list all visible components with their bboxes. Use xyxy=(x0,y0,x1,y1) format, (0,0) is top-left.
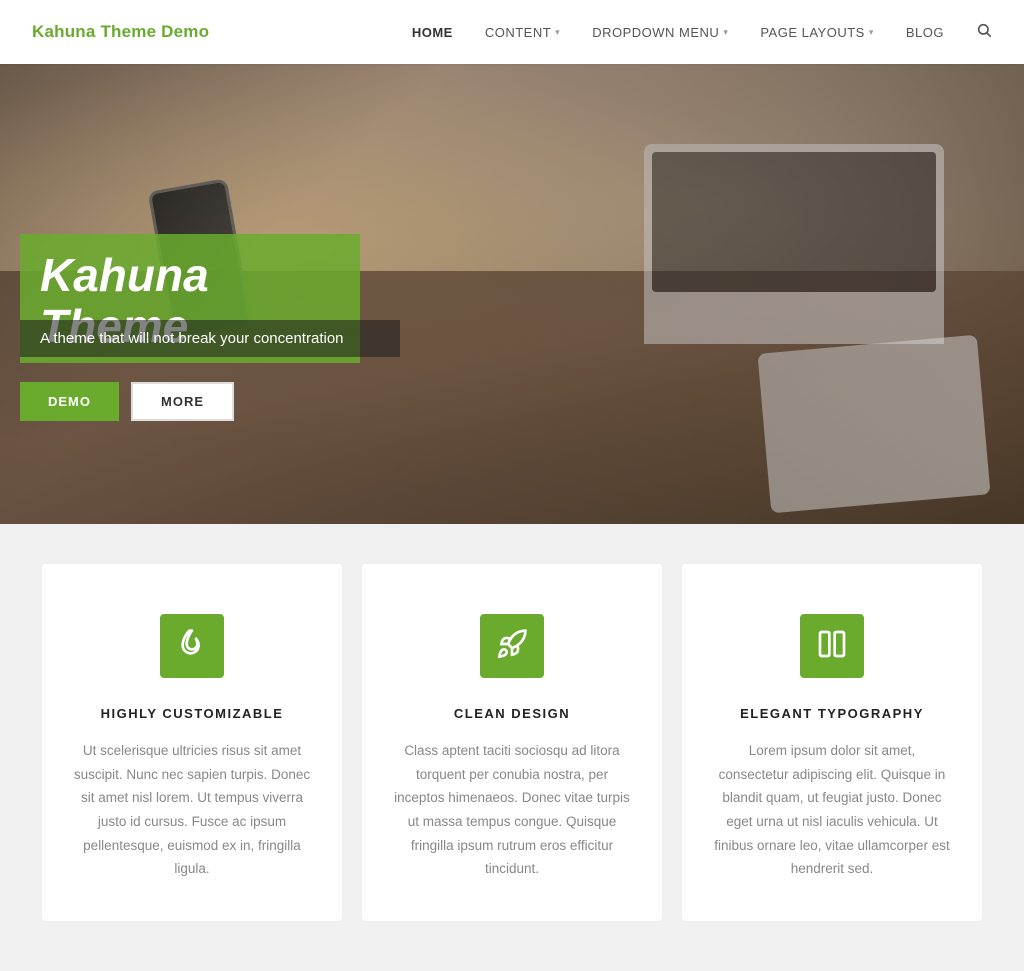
clean-design-icon-wrap xyxy=(480,614,544,678)
hero-buttons: DEMO MORE xyxy=(20,382,234,421)
feature-text-clean-design: Class aptent taciti sociosqu ad litora t… xyxy=(392,739,632,881)
chevron-down-icon: ▾ xyxy=(723,27,728,38)
feature-card-customizable: HIGHLY CUSTOMIZABLE Ut scelerisque ultri… xyxy=(42,564,342,921)
nav-page-layouts[interactable]: PAGE LAYOUTS ▾ xyxy=(760,25,874,40)
laptop-screen xyxy=(652,152,936,292)
hero-laptop-decoration xyxy=(644,144,944,344)
feature-title-clean-design: CLEAN DESIGN xyxy=(454,706,570,721)
nav-content[interactable]: CONTENT ▾ xyxy=(485,25,560,40)
hero-subtitle: A theme that will not break your concent… xyxy=(40,330,380,347)
chevron-down-icon: ▾ xyxy=(555,27,560,38)
columns-icon xyxy=(816,628,848,665)
feature-title-typography: ELEGANT TYPOGRAPHY xyxy=(740,706,924,721)
nav-blog[interactable]: BLOG xyxy=(906,25,944,40)
features-section: HIGHLY CUSTOMIZABLE Ut scelerisque ultri… xyxy=(0,524,1024,971)
search-icon[interactable] xyxy=(976,22,992,42)
nav-home[interactable]: HOME xyxy=(412,25,453,40)
hero-subtitle-bar: A theme that will not break your concent… xyxy=(20,320,400,357)
feature-text-customizable: Ut scelerisque ultricies risus sit amet … xyxy=(72,739,312,881)
more-button[interactable]: MORE xyxy=(131,382,234,421)
demo-button[interactable]: DEMO xyxy=(20,382,119,421)
feature-card-clean-design: CLEAN DESIGN Class aptent taciti sociosq… xyxy=(362,564,662,921)
flame-icon xyxy=(176,628,208,665)
chevron-down-icon: ▾ xyxy=(869,27,874,38)
site-title[interactable]: Kahuna Theme Demo xyxy=(32,22,209,42)
main-nav: HOME CONTENT ▾ DROPDOWN MENU ▾ PAGE LAYO… xyxy=(412,22,992,42)
customizable-icon-wrap xyxy=(160,614,224,678)
site-header: Kahuna Theme Demo HOME CONTENT ▾ DROPDOW… xyxy=(0,0,1024,64)
feature-title-customizable: HIGHLY CUSTOMIZABLE xyxy=(101,706,284,721)
hero-section: Kahuna Theme A theme that will not break… xyxy=(0,64,1024,524)
nav-dropdown-menu[interactable]: DROPDOWN MENU ▾ xyxy=(592,25,728,40)
rocket-icon xyxy=(496,628,528,665)
feature-text-typography: Lorem ipsum dolor sit amet, consectetur … xyxy=(712,739,952,881)
typography-icon-wrap xyxy=(800,614,864,678)
hero-tablet-decoration xyxy=(757,335,990,514)
feature-card-typography: ELEGANT TYPOGRAPHY Lorem ipsum dolor sit… xyxy=(682,564,982,921)
